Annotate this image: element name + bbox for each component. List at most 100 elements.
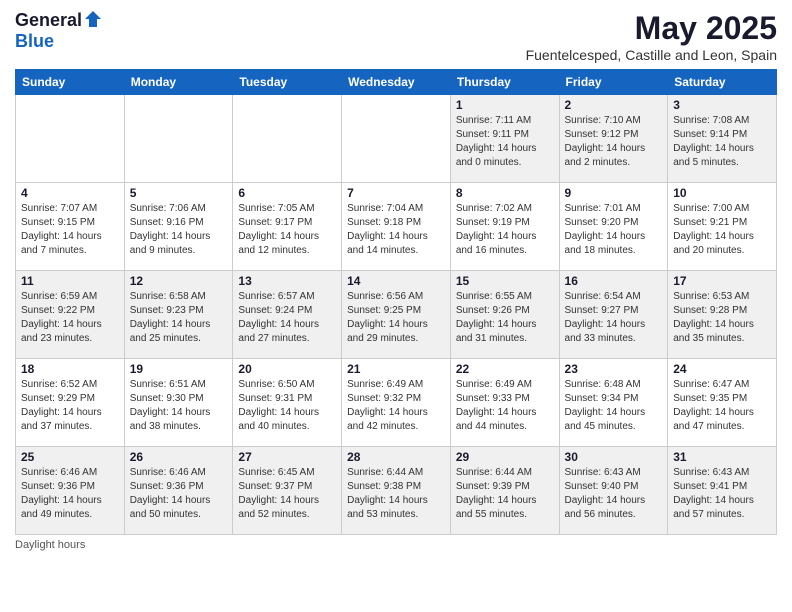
calendar-cell: 12 Sunrise: 6:58 AM Sunset: 9:23 PM Dayli… — [124, 271, 233, 359]
day-info: Sunrise: 6:47 AM Sunset: 9:35 PM Dayligh… — [673, 378, 771, 434]
day-number: 7 — [347, 186, 445, 200]
calendar-cell: 9 Sunrise: 7:01 AM Sunset: 9:20 PM Daylig… — [559, 183, 668, 271]
day-info: Sunrise: 6:53 AM Sunset: 9:28 PM Dayligh… — [673, 290, 771, 346]
day-info: Sunrise: 6:48 AM Sunset: 9:34 PM Dayligh… — [565, 378, 663, 434]
day-number: 22 — [456, 362, 554, 376]
calendar-cell: 7 Sunrise: 7:04 AM Sunset: 9:18 PM Daylig… — [342, 183, 451, 271]
day-number: 8 — [456, 186, 554, 200]
day-info: Sunrise: 6:58 AM Sunset: 9:23 PM Dayligh… — [130, 290, 228, 346]
day-number: 27 — [238, 450, 336, 464]
calendar-cell: 24 Sunrise: 6:47 AM Sunset: 9:35 PM Dayli… — [668, 359, 777, 447]
day-number: 21 — [347, 362, 445, 376]
logo-icon — [83, 9, 103, 29]
day-number: 16 — [565, 274, 663, 288]
calendar-header-monday: Monday — [124, 70, 233, 95]
calendar-cell: 21 Sunrise: 6:49 AM Sunset: 9:32 PM Dayli… — [342, 359, 451, 447]
day-info: Sunrise: 6:44 AM Sunset: 9:39 PM Dayligh… — [456, 466, 554, 522]
day-info: Sunrise: 7:07 AM Sunset: 9:15 PM Dayligh… — [21, 202, 119, 258]
calendar-cell — [16, 95, 125, 183]
calendar-cell: 19 Sunrise: 6:51 AM Sunset: 9:30 PM Dayli… — [124, 359, 233, 447]
day-info: Sunrise: 6:57 AM Sunset: 9:24 PM Dayligh… — [238, 290, 336, 346]
calendar-cell: 18 Sunrise: 6:52 AM Sunset: 9:29 PM Dayli… — [16, 359, 125, 447]
day-number: 23 — [565, 362, 663, 376]
day-info: Sunrise: 7:08 AM Sunset: 9:14 PM Dayligh… — [673, 114, 771, 170]
calendar-cell: 13Sunrise: 6:57 AM Sunset: 9:24 PM Dayli… — [233, 271, 342, 359]
day-info: Sunrise: 7:02 AM Sunset: 9:19 PM Dayligh… — [456, 202, 554, 258]
day-number: 12 — [130, 274, 228, 288]
day-info: Sunrise: 6:45 AM Sunset: 9:37 PM Dayligh… — [238, 466, 336, 522]
day-info: Sunrise: 6:50 AM Sunset: 9:31 PM Dayligh… — [238, 378, 336, 434]
day-info: Sunrise: 7:00 AM Sunset: 9:21 PM Dayligh… — [673, 202, 771, 258]
day-info: Sunrise: 7:05 AM Sunset: 9:17 PM Dayligh… — [238, 202, 336, 258]
day-number: 9 — [565, 186, 663, 200]
calendar-cell: 29 Sunrise: 6:44 AM Sunset: 9:39 PM Dayli… — [450, 447, 559, 535]
calendar-cell: 28 Sunrise: 6:44 AM Sunset: 9:38 PM Dayli… — [342, 447, 451, 535]
calendar-header-thursday: Thursday — [450, 70, 559, 95]
day-number: 6 — [238, 186, 336, 200]
calendar-cell: 26Sunrise: 6:46 AM Sunset: 9:36 PM Dayli… — [124, 447, 233, 535]
calendar-cell — [124, 95, 233, 183]
calendar-cell: 11 Sunrise: 6:59 AM Sunset: 9:22 PM Dayli… — [16, 271, 125, 359]
calendar-header-sunday: Sunday — [16, 70, 125, 95]
day-number: 11 — [21, 274, 119, 288]
day-info: Sunrise: 6:59 AM Sunset: 9:22 PM Dayligh… — [21, 290, 119, 346]
day-number: 24 — [673, 362, 771, 376]
calendar-week-row: 4 Sunrise: 7:07 AM Sunset: 9:15 PM Daylig… — [16, 183, 777, 271]
day-number: 15 — [456, 274, 554, 288]
day-info: Sunrise: 6:52 AM Sunset: 9:29 PM Dayligh… — [21, 378, 119, 434]
calendar-cell: 6 Sunrise: 7:05 AM Sunset: 9:17 PM Daylig… — [233, 183, 342, 271]
day-info: Sunrise: 6:49 AM Sunset: 9:32 PM Dayligh… — [347, 378, 445, 434]
day-info: Sunrise: 7:01 AM Sunset: 9:20 PM Dayligh… — [565, 202, 663, 258]
day-number: 31 — [673, 450, 771, 464]
main-title: May 2025 — [526, 10, 777, 47]
day-info: Sunrise: 6:44 AM Sunset: 9:38 PM Dayligh… — [347, 466, 445, 522]
calendar-cell: 20 Sunrise: 6:50 AM Sunset: 9:31 PM Dayli… — [233, 359, 342, 447]
page: General Blue May 2025 Fuentelcesped, Cas… — [0, 0, 792, 612]
calendar-cell — [233, 95, 342, 183]
calendar-cell: 17 Sunrise: 6:53 AM Sunset: 9:28 PM Dayli… — [668, 271, 777, 359]
calendar-cell: 22 Sunrise: 6:49 AM Sunset: 9:33 PM Dayli… — [450, 359, 559, 447]
day-number: 1 — [456, 98, 554, 112]
day-info: Sunrise: 7:11 AM Sunset: 9:11 PM Dayligh… — [456, 114, 554, 170]
subtitle: Fuentelcesped, Castille and Leon, Spain — [526, 47, 777, 63]
day-number: 26 — [130, 450, 228, 464]
calendar-table: SundayMondayTuesdayWednesdayThursdayFrid… — [15, 69, 777, 535]
logo-general-text: General — [15, 10, 82, 31]
day-number: 28 — [347, 450, 445, 464]
calendar-cell: 14Sunrise: 6:56 AM Sunset: 9:25 PM Dayli… — [342, 271, 451, 359]
day-info: Sunrise: 6:55 AM Sunset: 9:26 PM Dayligh… — [456, 290, 554, 346]
header: General Blue May 2025 Fuentelcesped, Cas… — [15, 10, 777, 63]
day-info: Sunrise: 6:46 AM Sunset: 9:36 PM Dayligh… — [21, 466, 119, 522]
calendar-cell: 10 Sunrise: 7:00 AM Sunset: 9:21 PM Dayli… — [668, 183, 777, 271]
day-number: 20 — [238, 362, 336, 376]
day-info: Sunrise: 7:10 AM Sunset: 9:12 PM Dayligh… — [565, 114, 663, 170]
calendar-week-row: 1 Sunrise: 7:11 AM Sunset: 9:11 PM Daylig… — [16, 95, 777, 183]
day-number: 5 — [130, 186, 228, 200]
calendar-cell: 1 Sunrise: 7:11 AM Sunset: 9:11 PM Daylig… — [450, 95, 559, 183]
footer-label: Daylight hours — [15, 539, 777, 551]
day-number: 3 — [673, 98, 771, 112]
day-number: 17 — [673, 274, 771, 288]
calendar-week-row: 11 Sunrise: 6:59 AM Sunset: 9:22 PM Dayli… — [16, 271, 777, 359]
day-number: 25 — [21, 450, 119, 464]
day-number: 29 — [456, 450, 554, 464]
day-info: Sunrise: 6:54 AM Sunset: 9:27 PM Dayligh… — [565, 290, 663, 346]
calendar-cell — [342, 95, 451, 183]
calendar-cell: 8 Sunrise: 7:02 AM Sunset: 9:19 PM Daylig… — [450, 183, 559, 271]
day-number: 10 — [673, 186, 771, 200]
day-info: Sunrise: 6:43 AM Sunset: 9:41 PM Dayligh… — [673, 466, 771, 522]
logo: General Blue — [15, 10, 103, 52]
calendar-header-row: SundayMondayTuesdayWednesdayThursdayFrid… — [16, 70, 777, 95]
calendar-header-tuesday: Tuesday — [233, 70, 342, 95]
day-number: 14 — [347, 274, 445, 288]
day-number: 4 — [21, 186, 119, 200]
calendar-cell: 16 Sunrise: 6:54 AM Sunset: 9:27 PM Dayli… — [559, 271, 668, 359]
day-info: Sunrise: 6:49 AM Sunset: 9:33 PM Dayligh… — [456, 378, 554, 434]
calendar-cell: 31 Sunrise: 6:43 AM Sunset: 9:41 PM Dayli… — [668, 447, 777, 535]
day-info: Sunrise: 7:06 AM Sunset: 9:16 PM Dayligh… — [130, 202, 228, 258]
day-number: 18 — [21, 362, 119, 376]
day-info: Sunrise: 6:51 AM Sunset: 9:30 PM Dayligh… — [130, 378, 228, 434]
day-info: Sunrise: 6:43 AM Sunset: 9:40 PM Dayligh… — [565, 466, 663, 522]
day-number: 19 — [130, 362, 228, 376]
day-info: Sunrise: 7:04 AM Sunset: 9:18 PM Dayligh… — [347, 202, 445, 258]
